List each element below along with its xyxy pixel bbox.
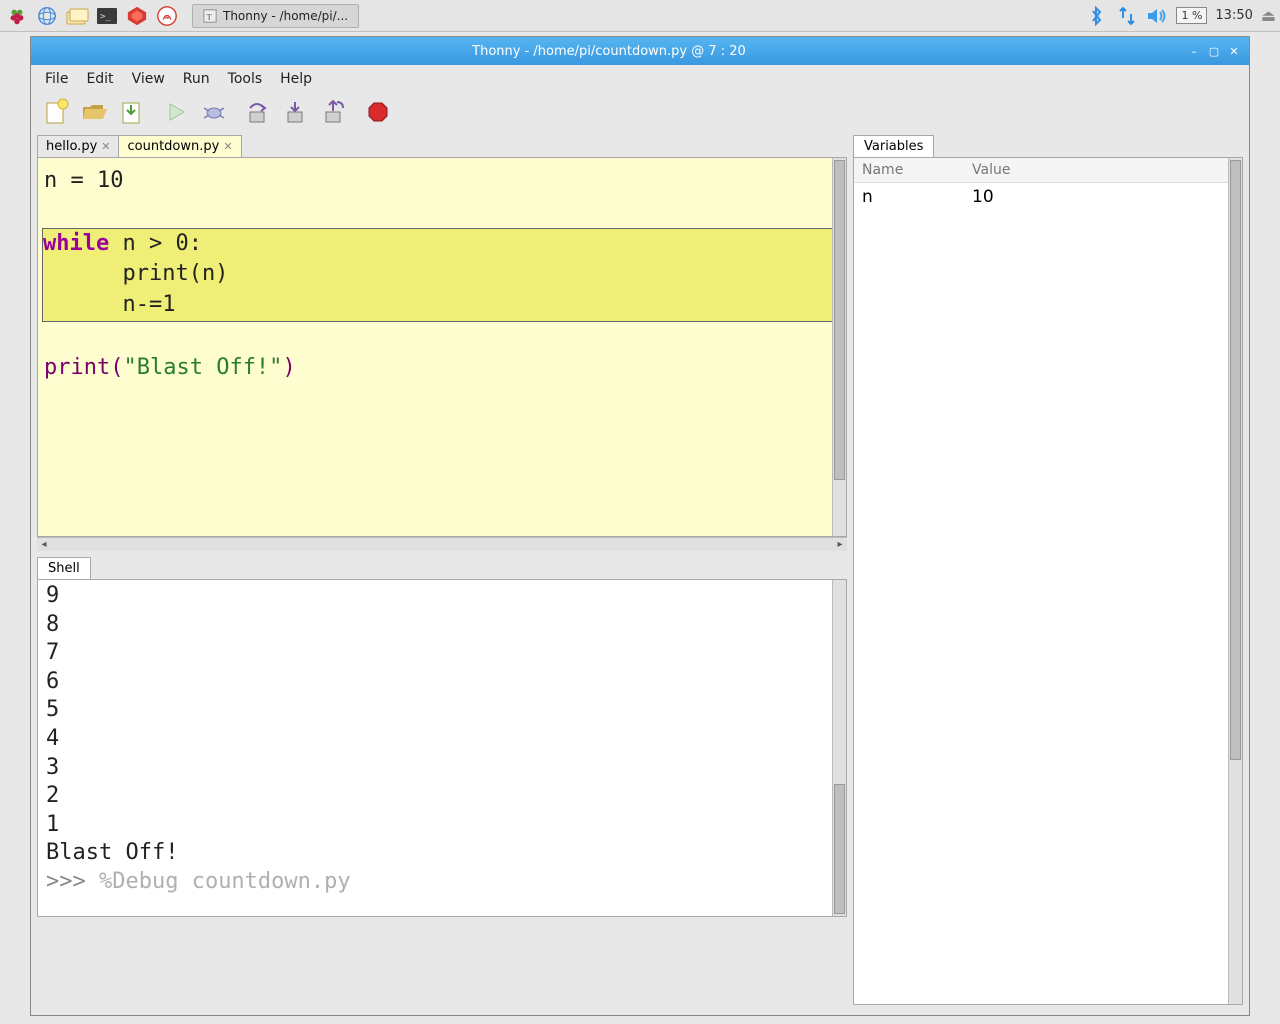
close-icon[interactable]: ✕ [223, 140, 232, 153]
wolfram-icon[interactable] [154, 3, 180, 29]
menu-tools[interactable]: Tools [220, 69, 271, 89]
shell-line: 7 [46, 640, 59, 665]
close-icon[interactable]: ✕ [101, 140, 110, 153]
terminal-icon[interactable]: >_ [94, 3, 120, 29]
taskbar-app-thonny[interactable]: T Thonny - /home/pi/... [192, 4, 359, 28]
tab-countdown[interactable]: countdown.py ✕ [118, 135, 241, 157]
tab-countdown-label: countdown.py [127, 139, 219, 154]
variables-header: Name Value [854, 158, 1228, 183]
shell-prompt: >>> [46, 869, 99, 894]
shell-line: 8 [46, 612, 59, 637]
editor-vscrollbar[interactable] [832, 158, 846, 536]
clock[interactable]: 13:50 [1215, 8, 1252, 23]
scroll-right-icon[interactable]: ▸ [833, 539, 847, 550]
shell-line: 2 [46, 783, 59, 808]
shell-line: 5 [46, 697, 59, 722]
menu-file[interactable]: File [37, 69, 76, 89]
window-title: Thonny - /home/pi/countdown.py @ 7 : 20 [31, 44, 1187, 59]
shell-line: 1 [46, 812, 59, 837]
debug-button[interactable] [199, 97, 229, 127]
svg-text:T: T [207, 11, 213, 21]
open-file-button[interactable] [79, 97, 109, 127]
step-over-button[interactable] [243, 97, 273, 127]
bluetooth-icon[interactable] [1086, 5, 1108, 27]
stop-button[interactable] [363, 97, 393, 127]
code-editor[interactable]: n = 10 while n > 0: print(n) n-=1 print(… [38, 158, 832, 536]
os-taskbar: >_ T Thonny - /home/pi/... 1 % 13:50 ⏏ [0, 0, 1280, 32]
close-button[interactable]: ✕ [1227, 44, 1241, 58]
volume-icon[interactable] [1146, 5, 1168, 27]
menu-edit[interactable]: Edit [78, 69, 121, 89]
tab-hello[interactable]: hello.py ✕ [37, 135, 119, 157]
step-out-button[interactable] [319, 97, 349, 127]
debug-highlight-block: while n > 0: print(n) n-=1 [42, 228, 832, 322]
minimize-button[interactable]: – [1187, 44, 1201, 58]
system-tray: 1 % 13:50 ⏏ [1086, 5, 1276, 27]
save-button[interactable] [117, 97, 147, 127]
shell-line: 4 [46, 726, 59, 751]
tab-variables[interactable]: Variables [853, 135, 934, 157]
editor-hscrollbar[interactable]: ◂ ▸ [37, 537, 847, 551]
shell-command: %Debug countdown.py [99, 869, 351, 894]
variable-value: 10 [972, 187, 994, 207]
svg-text:>_: >_ [100, 12, 111, 22]
variable-name: n [862, 187, 972, 207]
network-icon[interactable] [1116, 5, 1138, 27]
titlebar[interactable]: Thonny - /home/pi/countdown.py @ 7 : 20 … [31, 37, 1249, 65]
web-browser-icon[interactable] [34, 3, 60, 29]
taskbar-launchers: >_ T Thonny - /home/pi/... [4, 3, 359, 29]
variables-header-name[interactable]: Name [854, 158, 964, 182]
mathematica-icon[interactable] [124, 3, 150, 29]
menu-view[interactable]: View [124, 69, 173, 89]
thonny-window: Thonny - /home/pi/countdown.py @ 7 : 20 … [30, 36, 1250, 1016]
editor-tabstrip: hello.py ✕ countdown.py ✕ [37, 135, 847, 157]
menu-bar: File Edit View Run Tools Help [31, 65, 1249, 93]
maximize-button[interactable]: ▢ [1207, 44, 1221, 58]
toolbar [31, 93, 1249, 135]
file-manager-icon[interactable] [64, 3, 90, 29]
raspberry-menu-icon[interactable] [4, 3, 30, 29]
scroll-left-icon[interactable]: ◂ [37, 539, 51, 550]
variables-vscrollbar[interactable] [1228, 158, 1242, 1004]
battery-indicator[interactable]: 1 % [1176, 7, 1207, 24]
new-file-button[interactable] [41, 97, 71, 127]
variables-row[interactable]: n 10 [854, 183, 1228, 211]
shell-output[interactable]: 9 8 7 6 5 4 3 2 1 Blast Off! >>> %Debug … [38, 580, 832, 916]
shell-vscrollbar[interactable] [832, 580, 846, 916]
tab-shell[interactable]: Shell [37, 557, 91, 579]
shell-line: 9 [46, 583, 59, 608]
step-into-button[interactable] [281, 97, 311, 127]
menu-run[interactable]: Run [175, 69, 218, 89]
shell-line: Blast Off! [46, 840, 178, 865]
run-button[interactable] [161, 97, 191, 127]
shell-line: 6 [46, 669, 59, 694]
menu-help[interactable]: Help [272, 69, 320, 89]
tab-hello-label: hello.py [46, 139, 97, 154]
taskbar-app-label: Thonny - /home/pi/... [223, 9, 348, 23]
eject-icon[interactable]: ⏏ [1261, 6, 1276, 25]
variables-header-value[interactable]: Value [964, 158, 1018, 182]
shell-line: 3 [46, 755, 59, 780]
